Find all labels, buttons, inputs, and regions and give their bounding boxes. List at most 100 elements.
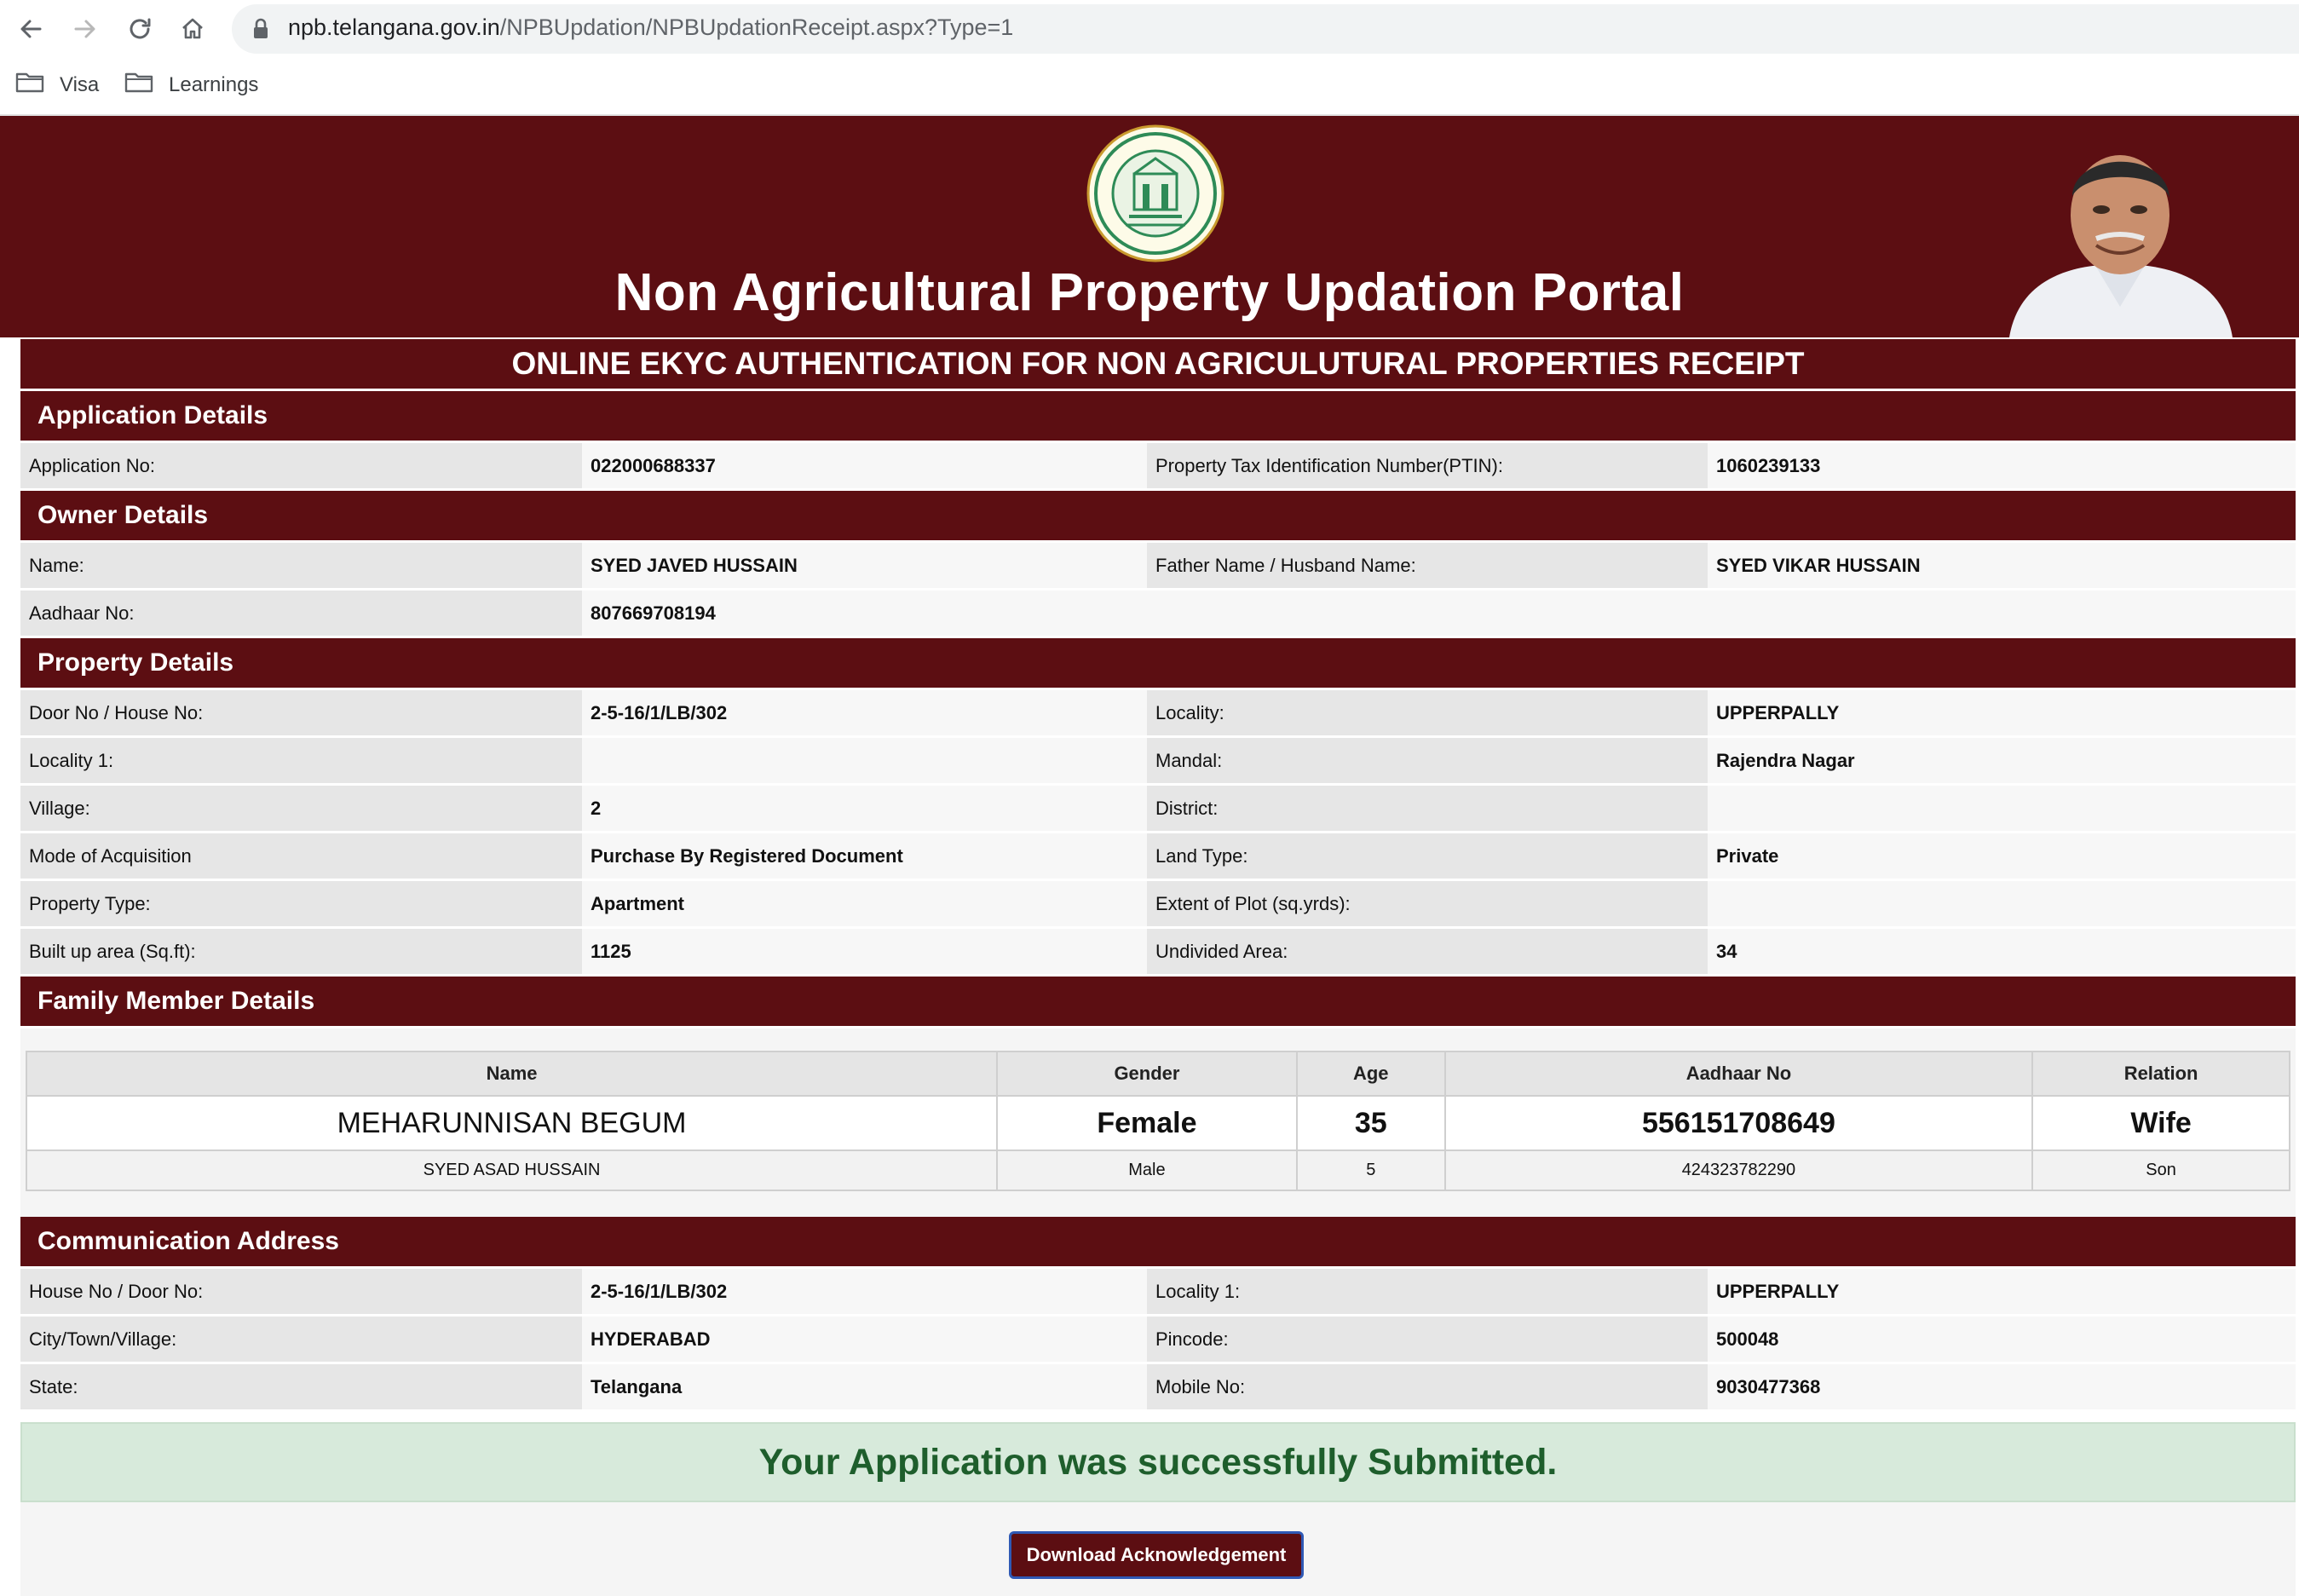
details-row: Village: 2 District:: [20, 786, 2296, 833]
member-relation: Wife: [2031, 1095, 2290, 1151]
member-aadhaar: 424323782290: [1443, 1149, 2034, 1191]
receipt-title: ONLINE EKYC AUTHENTICATION FOR NON AGRIC…: [20, 339, 2296, 391]
url-host: npb.telangana.gov.in: [288, 14, 500, 40]
field-value: 2: [582, 786, 1147, 831]
field-value: Telangana: [582, 1364, 1147, 1409]
field-label: Application No:: [20, 443, 582, 488]
folder-icon: [124, 70, 153, 100]
details-row: Mode of Acquisition Purchase By Register…: [20, 833, 2296, 881]
column-header-aadhaar: Aadhaar No: [1443, 1051, 2034, 1097]
details-row: Property Type: Apartment Extent of Plot …: [20, 881, 2296, 929]
address-bar[interactable]: npb.telangana.gov.in/NPBUpdation/NPBUpda…: [232, 4, 2299, 54]
section-owner-details: Owner Details: [20, 491, 2296, 543]
section-communication-address: Communication Address: [20, 1217, 2296, 1269]
field-label: State:: [20, 1364, 582, 1409]
member-name: SYED ASAD HUSSAIN: [25, 1149, 999, 1191]
field-label: Mode of Acquisition: [20, 833, 582, 879]
bookmark-learnings[interactable]: Learnings: [124, 70, 258, 100]
reload-icon[interactable]: [121, 10, 158, 48]
field-label: Locality 1:: [1147, 1269, 1708, 1314]
table-header-row: Name Gender Age Aadhaar No Relation: [25, 1051, 2290, 1097]
field-label: Village:: [20, 786, 582, 831]
field-label: Undivided Area:: [1147, 929, 1708, 974]
field-label: Mobile No:: [1147, 1364, 1708, 1409]
field-label: Aadhaar No:: [20, 591, 582, 636]
field-value: UPPERPALLY: [1708, 690, 2296, 735]
section-application-details: Application Details: [20, 391, 2296, 443]
empty-cell: [1147, 591, 1708, 636]
owner-name-value: SYED JAVED HUSSAIN: [582, 543, 1147, 588]
details-row: Locality 1: Mandal: Rajendra Nagar: [20, 738, 2296, 786]
receipt-panel: ONLINE EKYC AUTHENTICATION FOR NON AGRIC…: [20, 339, 2296, 1596]
details-row: City/Town/Village: HYDERABAD Pincode: 50…: [20, 1317, 2296, 1364]
field-value: Private: [1708, 833, 2296, 879]
section-property-details: Property Details: [20, 638, 2296, 690]
field-label: Property Type:: [20, 881, 582, 926]
member-gender: Female: [996, 1095, 1298, 1151]
family-member-table: Name Gender Age Aadhaar No Relation MEHA…: [25, 1051, 2290, 1191]
family-table-wrapper: Name Gender Age Aadhaar No Relation MEHA…: [20, 1028, 2296, 1217]
home-icon[interactable]: [174, 10, 211, 48]
field-label: Mandal:: [1147, 738, 1708, 783]
field-label: Land Type:: [1147, 833, 1708, 879]
member-relation: Son: [2031, 1149, 2290, 1191]
member-name: MEHARUNNISAN BEGUM: [25, 1095, 999, 1151]
portal-banner: Non Agricultural Property Updation Porta…: [0, 116, 2299, 337]
url-path: /NPBUpdation/NPBUpdationReceipt.aspx?Typ…: [499, 14, 1014, 40]
forward-arrow-icon[interactable]: [66, 10, 104, 48]
field-value: 1125: [582, 929, 1147, 974]
field-label: Name:: [20, 543, 582, 588]
field-value: Apartment: [582, 881, 1147, 926]
folder-icon: [15, 70, 44, 100]
download-acknowledgement-button[interactable]: Download Acknowledgement: [1009, 1531, 1304, 1579]
field-label: Locality:: [1147, 690, 1708, 735]
button-area: Download Acknowledgement: [20, 1502, 2296, 1596]
details-row: Application No: 022000688337 Property Ta…: [20, 443, 2296, 491]
field-value: [582, 738, 1147, 783]
details-row: State: Telangana Mobile No: 9030477368: [20, 1364, 2296, 1412]
field-label: Extent of Plot (sq.yrds):: [1147, 881, 1708, 926]
field-label: Father Name / Husband Name:: [1147, 543, 1708, 588]
field-value: 500048: [1708, 1317, 2296, 1362]
field-label: Property Tax Identification Number(PTIN)…: [1147, 443, 1708, 488]
member-age: 35: [1295, 1095, 1446, 1151]
field-value: HYDERABAD: [582, 1317, 1147, 1362]
field-value: 9030477368: [1708, 1364, 2296, 1409]
bookmark-visa[interactable]: Visa: [15, 70, 99, 100]
column-header-relation: Relation: [2031, 1051, 2290, 1097]
application-no-value: 022000688337: [582, 443, 1147, 488]
empty-cell: [1708, 591, 2296, 636]
field-value: 34: [1708, 929, 2296, 974]
portal-title: Non Agricultural Property Updation Porta…: [614, 263, 1685, 322]
field-label: Built up area (Sq.ft):: [20, 929, 582, 974]
chief-minister-photo: [2009, 155, 2233, 337]
member-age: 5: [1295, 1149, 1446, 1191]
telangana-emblem-icon: [1086, 124, 1224, 262]
table-row: MEHARUNNISAN BEGUM Female 35 55615170864…: [25, 1095, 2290, 1151]
browser-chrome: npb.telangana.gov.in/NPBUpdation/NPBUpda…: [0, 0, 2299, 116]
field-label: Door No / House No:: [20, 690, 582, 735]
table-row: SYED ASAD HUSSAIN Male 5 424323782290 So…: [25, 1149, 2290, 1191]
field-label: House No / Door No:: [20, 1269, 582, 1314]
father-name-value: SYED VIKAR HUSSAIN: [1708, 543, 2296, 588]
field-value: 2-5-16/1/LB/302: [582, 1269, 1147, 1314]
bookmark-label: Visa: [60, 72, 100, 96]
field-value: 2-5-16/1/LB/302: [582, 690, 1147, 735]
field-label: Pincode:: [1147, 1317, 1708, 1362]
field-value: Purchase By Registered Document: [582, 833, 1147, 879]
field-value: UPPERPALLY: [1708, 1269, 2296, 1314]
lock-icon: [252, 18, 269, 44]
section-family-member-details: Family Member Details: [20, 977, 2296, 1028]
field-label: Locality 1:: [20, 738, 582, 783]
field-label: City/Town/Village:: [20, 1317, 582, 1362]
column-header-gender: Gender: [996, 1051, 1298, 1097]
success-message: Your Application was successfully Submit…: [20, 1422, 2296, 1502]
back-arrow-icon[interactable]: [12, 10, 49, 48]
member-gender: Male: [996, 1149, 1298, 1191]
field-value: [1708, 881, 2296, 926]
bookmark-label: Learnings: [169, 72, 259, 96]
details-row: Name: SYED JAVED HUSSAIN Father Name / H…: [20, 543, 2296, 591]
field-label: District:: [1147, 786, 1708, 831]
field-value: Rajendra Nagar: [1708, 738, 2296, 783]
member-aadhaar: 556151708649: [1443, 1095, 2034, 1151]
